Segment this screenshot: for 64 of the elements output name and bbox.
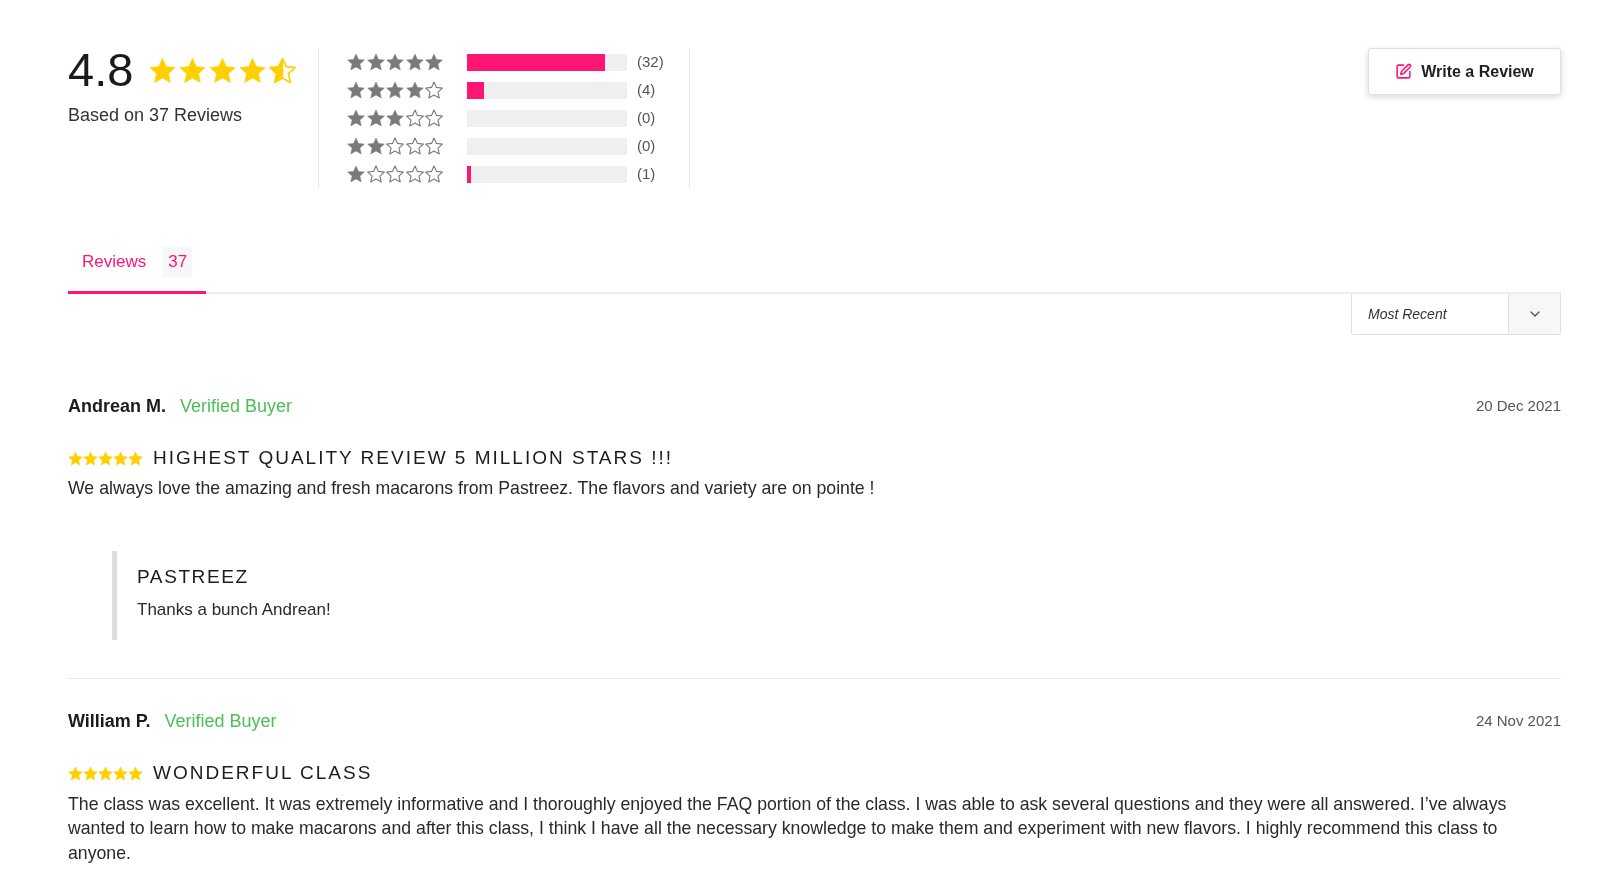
star-icon [366,53,385,71]
review-date: 24 Nov 2021 [1475,711,1561,732]
star-icon [149,56,177,84]
star-outline-icon [425,81,443,99]
star-outline-icon [425,165,443,183]
star-outline-icon [405,165,424,183]
reviews-tab[interactable]: Reviews 37 [68,233,207,294]
star-icon [68,450,83,466]
review-count-caption: Based on 37 Reviews [68,104,243,127]
rating-count: (0) [637,135,656,156]
review-title: WONDERFUL CLASS [153,761,373,786]
star-icon [366,81,385,99]
star-icon [347,165,365,183]
sort-dropdown[interactable]: Most Recent [1351,294,1561,335]
star-icon [113,766,128,781]
reply-author: PASTREEZ [137,564,249,589]
rating-count: (0) [637,107,656,128]
review-text: The class was excellent. It was extremely informative and I thoroughly enjoyed the FAQ portion of the class. I was able to ask several questions and they were all answered. I’ve always wanted to learn how to make macarons and after this class, I think I have all the necessary knowledge to make them and experiment with new flavors. I highly recommend this class to anyone. [68,792,1508,865]
rating-count: (32) [637,51,664,72]
half-star-icon [269,56,297,84]
reviewer-name: William P. [68,710,151,733]
star-icon [128,450,143,466]
star-outline-icon [425,109,443,127]
write-review-button[interactable]: Write a Review [1368,48,1561,95]
star-icon [239,56,267,84]
star-icon [366,137,385,155]
star-icon [347,137,365,155]
star-icon [425,53,443,71]
star-icon [83,450,98,466]
star-icon [347,81,365,99]
reviewer-name: Andrean M. [68,394,166,418]
review-title: HIGHEST QUALITY REVIEW 5 MILLION STARS !!! [153,445,674,470]
star-icon [83,766,98,781]
star-icon [98,766,113,781]
star-icon [113,450,128,466]
star-icon [209,56,237,84]
average-rating: 4.8 [68,43,134,97]
star-outline-icon [386,165,404,183]
star-icon [98,450,113,466]
verified-buyer-label: Verified Buyer [164,710,277,733]
star-icon [386,81,404,99]
star-icon [366,109,385,127]
star-icon [405,81,424,99]
star-icon [347,53,365,71]
edit-icon [1395,63,1413,80]
star-icon [347,109,365,127]
star-outline-icon [405,137,424,155]
reply-text: Thanks a bunch Andrean! [137,598,331,621]
star-outline-icon [425,137,443,155]
star-outline-icon [366,165,385,183]
review-date: 20 Dec 2021 [1475,395,1561,416]
star-outline-icon [405,109,424,127]
star-icon [405,53,424,71]
star-icon [386,53,404,71]
review-count-badge: 37 [163,247,193,277]
star-icon [179,56,207,84]
star-icon [128,766,143,781]
rating-count: (1) [637,163,656,184]
rating-count: (4) [637,79,656,100]
star-outline-icon [386,137,404,155]
star-icon [386,109,404,127]
star-icon [68,766,83,781]
review-text: We always love the amazing and fresh macarons from Pastreez. The flavors and variety are on pointe ! [68,477,876,500]
verified-buyer-label: Verified Buyer [180,394,293,418]
